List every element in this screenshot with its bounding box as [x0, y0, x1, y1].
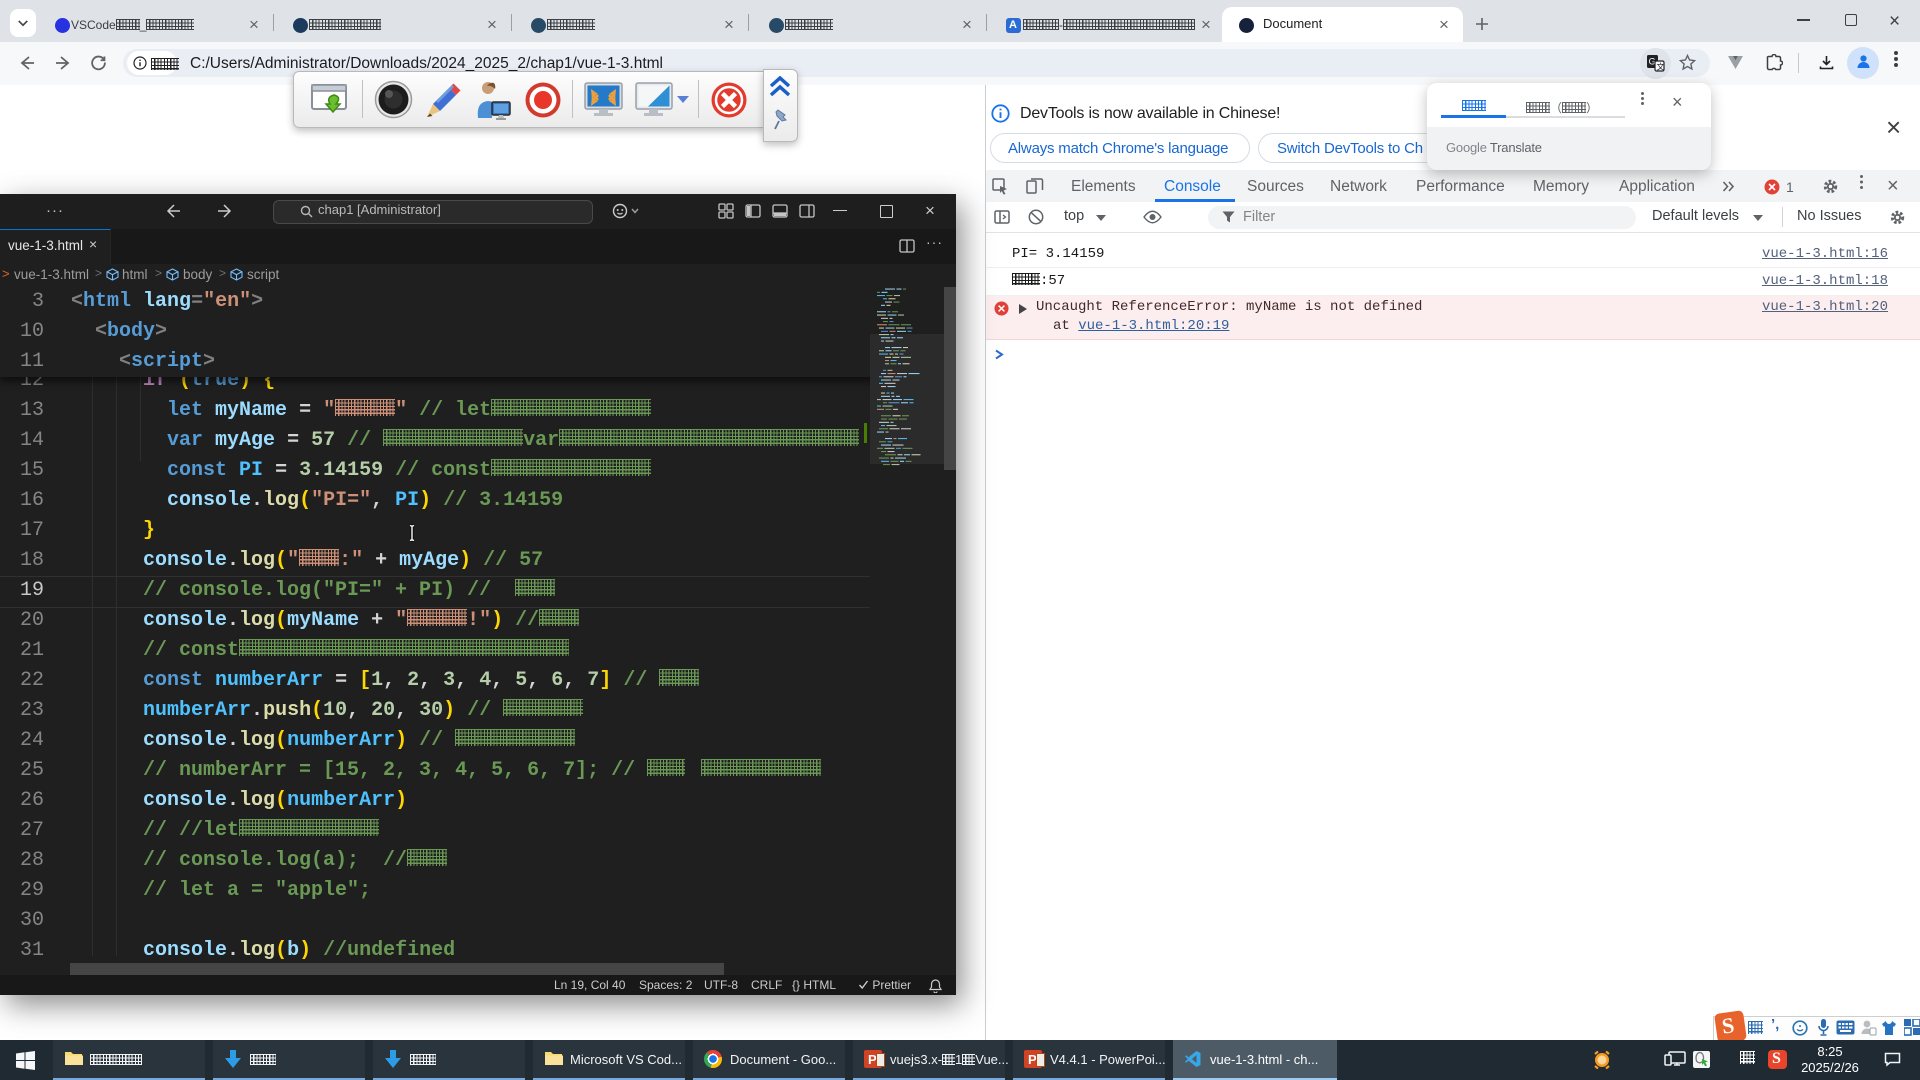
svg-text:文: 文 — [1657, 62, 1665, 72]
